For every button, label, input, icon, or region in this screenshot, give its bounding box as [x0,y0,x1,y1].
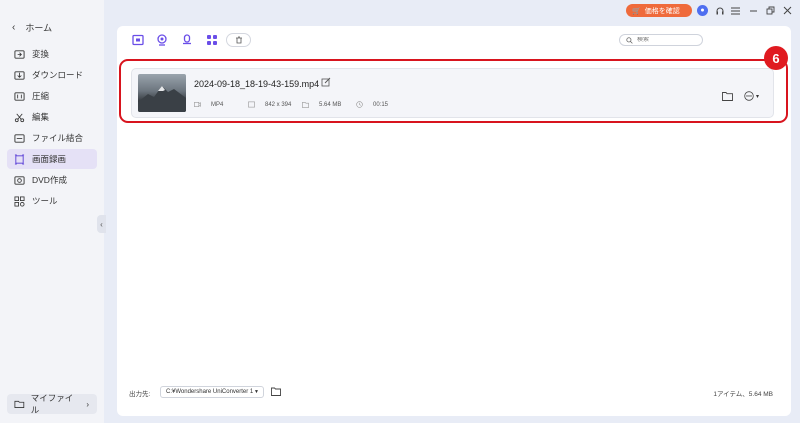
tools-icon [14,196,25,206]
highlight-frame [119,59,788,123]
search-box[interactable] [619,34,703,46]
sidebar-item-label: 圧縮 [32,91,50,101]
sidebar-item-label: 編集 [32,112,50,122]
delete-button[interactable] [226,33,251,47]
dvd-icon [14,175,25,185]
headset-icon[interactable] [714,5,725,16]
sidebar-item-label: ダウンロード [32,70,84,80]
sidebar-item-compress[interactable]: 圧縮 [7,86,97,106]
screen-recorder-icon[interactable] [132,34,144,46]
sidebar-item-dvd[interactable]: DVD作成 [7,170,97,190]
sidebar-item-label: ファイル結合 [32,133,84,143]
screen-record-icon [14,153,25,165]
convert-icon [14,49,25,59]
search-icon [626,36,633,44]
sidebar-item-download[interactable]: ダウンロード [7,65,97,85]
sidebar-item-label: ツール [32,196,58,206]
sidebar-item-merge[interactable]: ファイル結合 [7,128,97,148]
sidebar-item-convert[interactable]: 変換 [7,44,97,64]
download-icon [14,70,25,80]
my-files-label: マイファイル [30,393,74,415]
chevron-left-icon: ‹ [12,21,16,33]
output-folder-icon[interactable] [271,387,281,396]
my-files-button[interactable]: マイファイル › [7,393,97,415]
trash-icon [235,36,242,44]
items-summary: 1アイテム、5.64 MB [713,391,773,398]
user-avatar[interactable]: ● [697,5,708,16]
sidebar: ‹ ホーム 変換 ダウンロード 圧縮 編集 ファイル結合 画面録画 DVD作成 … [0,0,104,423]
sidebar-item-edit[interactable]: 編集 [7,107,97,127]
close-icon[interactable] [782,5,793,16]
webcam-recorder-icon[interactable] [156,34,168,46]
folder-icon [14,400,25,408]
dropdown-arrow-icon: ▼ [254,389,259,395]
output-label: 出力先: [129,391,151,398]
menu-icon[interactable] [730,5,741,16]
cart-icon: 🛒 [632,7,641,15]
sidebar-item-screen-record[interactable]: 画面録画 [7,149,97,169]
check-price-button[interactable]: 🛒 価格を確認 [626,4,692,17]
check-price-label: 価格を確認 [644,7,680,15]
sidebar-item-label: DVD作成 [32,175,67,185]
apps-grid-icon[interactable] [206,34,218,46]
sidebar-item-tools[interactable]: ツール [7,191,97,211]
home-label: ホーム [25,22,53,33]
chevron-right-icon: › [86,399,89,409]
merge-icon [14,133,25,143]
compress-icon [14,91,25,101]
step-badge: 6 [764,46,788,70]
restore-icon[interactable] [765,5,776,16]
minimize-icon[interactable] [748,5,759,16]
search-input[interactable] [637,37,697,43]
audio-recorder-icon[interactable] [181,34,193,46]
scissors-icon [14,113,25,122]
output-path-value: C:¥Wondershare UniConverter 1 [166,389,254,395]
output-path-select[interactable]: C:¥Wondershare UniConverter 1 ▼ [160,386,264,398]
sidebar-item-label: 画面録画 [32,154,67,164]
sidebar-item-label: 変換 [32,49,50,59]
collapse-sidebar-button[interactable]: ‹ [97,215,106,233]
home-link[interactable]: ‹ ホーム [12,20,52,34]
